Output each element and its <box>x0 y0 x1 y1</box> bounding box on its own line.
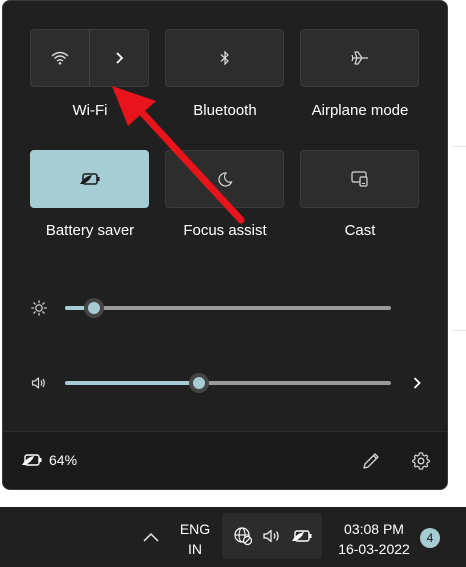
language-indicator[interactable]: ENG IN <box>172 519 218 559</box>
moon-icon <box>217 172 233 187</box>
battery-saver-label: Battery saver <box>45 222 135 239</box>
brightness-slider[interactable] <box>65 298 391 318</box>
speaker-icon <box>261 525 283 547</box>
airplane-mode-tile[interactable] <box>300 29 419 87</box>
brightness-slider-thumb[interactable] <box>84 298 105 318</box>
sun-icon <box>31 300 47 316</box>
clock-date: 16-03-2022 <box>338 541 410 557</box>
battery-status[interactable]: 64% <box>21 452 77 468</box>
speaker-icon <box>31 377 45 389</box>
bluetooth-tile[interactable] <box>165 29 284 87</box>
bluetooth-label: Bluetooth <box>193 102 257 119</box>
battery-saver-icon <box>291 525 313 547</box>
wifi-toggle-button[interactable] <box>31 30 89 86</box>
battery-saver-icon <box>22 454 42 466</box>
volume-slider-fill <box>65 381 199 385</box>
chevron-right-icon <box>116 52 124 64</box>
globe-blocked-icon <box>232 525 254 547</box>
airplane-icon <box>350 51 368 65</box>
notification-badge[interactable]: 4 <box>420 528 440 548</box>
volume-slider-row <box>27 371 427 395</box>
volume-slider-thumb[interactable] <box>188 373 209 393</box>
battery-saver-icon <box>79 173 99 185</box>
gear-icon[interactable] <box>411 451 431 471</box>
bluetooth-icon <box>220 50 229 66</box>
language-code: ENG <box>179 521 211 537</box>
wifi-label: Wi-Fi <box>72 102 108 119</box>
cast-icon <box>350 171 368 187</box>
brightness-slider-row <box>27 296 427 320</box>
quick-settings-footer: 64% <box>3 431 447 489</box>
volume-slider[interactable] <box>65 373 391 393</box>
cast-tile[interactable] <box>300 150 419 208</box>
chevron-right-icon[interactable] <box>409 375 425 391</box>
background-divider <box>452 146 466 147</box>
clock-time: 03:08 PM <box>344 521 404 537</box>
wifi-icon <box>51 51 69 65</box>
focus-assist-label: Focus assist <box>183 222 267 239</box>
pencil-icon[interactable] <box>361 451 381 471</box>
cast-label: Cast <box>344 222 376 239</box>
focus-assist-tile[interactable] <box>165 150 284 208</box>
battery-percent: 64% <box>49 452 78 468</box>
system-tray-group[interactable] <box>222 513 322 559</box>
chevron-up-icon[interactable] <box>142 529 160 545</box>
language-region: IN <box>188 541 202 557</box>
screen: Wi-Fi Bluetooth Airplane mode Battery sa… <box>0 0 466 567</box>
battery-saver-tile[interactable] <box>30 150 149 208</box>
wifi-expand-button[interactable] <box>90 30 148 86</box>
wifi-tile[interactable] <box>30 29 149 87</box>
taskbar: ENG IN 03:08 PM 16-03-2022 4 <box>0 507 466 567</box>
quick-settings-panel: Wi-Fi Bluetooth Airplane mode Battery sa… <box>2 0 448 490</box>
airplane-mode-label: Airplane mode <box>311 102 409 119</box>
clock[interactable]: 03:08 PM 16-03-2022 <box>324 519 424 559</box>
background-divider <box>452 330 466 331</box>
